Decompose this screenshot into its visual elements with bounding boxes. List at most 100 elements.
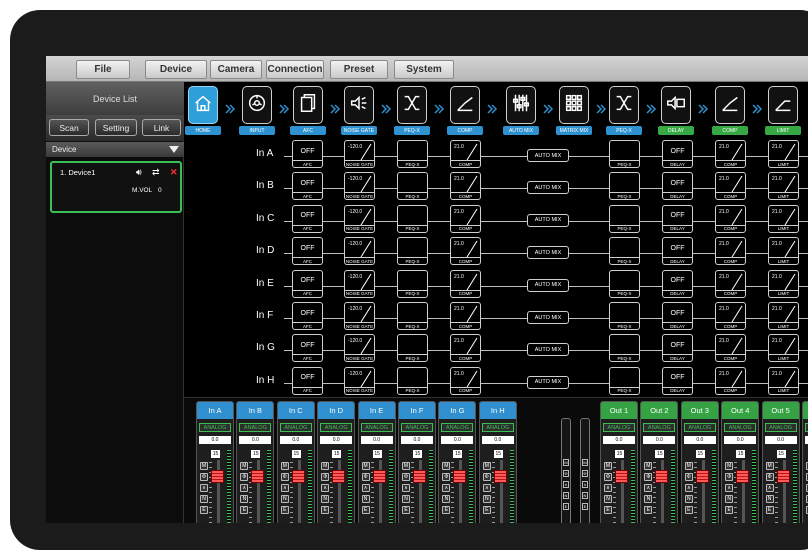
module-matrix-mix[interactable]: MATRIX MIX — [556, 86, 592, 136]
analog-button[interactable]: ANALOG — [320, 423, 353, 432]
strip-button[interactable]: ∧ — [482, 484, 491, 492]
comp-out-block[interactable]: 21.0 COMP — [715, 366, 746, 395]
device-dropdown[interactable]: Device — [46, 142, 184, 157]
module-button[interactable] — [344, 86, 374, 124]
comp-out-block[interactable]: 21.0 COMP — [715, 302, 746, 330]
peq-out-block[interactable]: PEQ-X — [609, 237, 640, 266]
delay-block[interactable]: OFF DELAY — [662, 237, 693, 266]
strip-button[interactable]: ∧ — [604, 484, 612, 492]
fader-knob[interactable] — [453, 470, 467, 483]
fader-knob[interactable] — [655, 470, 669, 483]
noise-gate-block[interactable]: -120.0 NOISE GATE — [344, 334, 375, 363]
noise-gate-block[interactable]: -120.0 NOISE GATE — [344, 366, 375, 395]
afc-block[interactable]: OFF AFC — [292, 334, 323, 363]
strip-button[interactable]: ∧ — [321, 484, 330, 492]
gain-value[interactable]: 0.0 — [603, 436, 635, 444]
afc-block[interactable]: OFF AFC — [292, 269, 323, 298]
analog-button[interactable]: ANALOG — [401, 423, 433, 432]
noise-gate-block[interactable]: -120.0 NOISE GATE — [344, 140, 375, 168]
strip-button[interactable]: E — [765, 506, 774, 514]
bus-button[interactable]: ∧ — [563, 481, 569, 488]
strip-button[interactable]: M — [321, 462, 330, 470]
strip-button[interactable]: Φ — [725, 473, 734, 481]
device-list-item[interactable]: 1. Device1 🔊︎ ⇄ ✕ M.VOL 0 — [50, 161, 182, 213]
strip-button[interactable]: Φ — [604, 473, 612, 481]
bus-button[interactable]: E — [582, 503, 588, 510]
comp-out-block[interactable]: 21.0 COMP — [715, 140, 746, 168]
delay-block[interactable]: OFF DELAY — [662, 334, 693, 363]
afc-block[interactable]: OFF AFC — [292, 172, 323, 201]
analog-button[interactable]: ANALOG — [603, 423, 635, 432]
strip-button[interactable]: M — [684, 462, 693, 470]
strip-button[interactable]: Φ — [321, 473, 330, 481]
auto-mix-block[interactable]: AUTO MIX — [527, 149, 569, 162]
channel-name[interactable]: Out 2 — [641, 402, 678, 419]
strip-button[interactable]: N — [361, 495, 370, 503]
limit-block[interactable]: 21.0 LIMIT — [768, 172, 799, 201]
fader-knob[interactable] — [332, 470, 346, 483]
menu-file[interactable]: File — [76, 60, 130, 79]
module-button[interactable] — [188, 86, 218, 124]
strip-button[interactable]: Φ — [402, 473, 410, 481]
fader-knob[interactable] — [211, 470, 224, 483]
gain-value[interactable]: 0.0 — [199, 436, 231, 444]
gain-value[interactable]: 0.0 — [441, 436, 474, 444]
strip-button[interactable]: Φ — [644, 473, 653, 481]
strip-button[interactable]: N — [402, 495, 410, 503]
limit-block[interactable]: 21.0 LIMIT — [768, 237, 799, 266]
noise-gate-block[interactable]: -120.0 NOISE GATE — [344, 269, 375, 298]
gain-value[interactable]: 0.0 — [239, 436, 272, 444]
strip-button[interactable]: N — [725, 495, 734, 503]
strip-button[interactable]: ∧ — [200, 484, 208, 492]
menu-device[interactable]: Device — [145, 60, 207, 79]
menu-camera[interactable]: Camera — [210, 60, 262, 79]
delay-block[interactable]: OFF DELAY — [662, 172, 693, 201]
gain-value[interactable]: 0.0 — [724, 436, 757, 444]
limit-block[interactable]: 21.0 LIMIT — [768, 302, 799, 330]
channel-name[interactable]: Out 3 — [681, 402, 718, 419]
analog-button[interactable]: ANALOG — [724, 423, 757, 432]
fader-knob[interactable] — [736, 470, 750, 483]
bus-button[interactable]: Φ — [582, 470, 588, 477]
fader-knob[interactable] — [372, 470, 386, 483]
delay-block[interactable]: OFF DELAY — [662, 366, 693, 395]
noise-gate-block[interactable]: -120.0 NOISE GATE — [344, 172, 375, 201]
delay-block[interactable]: OFF DELAY — [662, 140, 693, 168]
auto-mix-block[interactable]: AUTO MIX — [527, 213, 569, 227]
close-icon[interactable]: ✕ — [170, 167, 178, 177]
strip-button[interactable]: N — [240, 495, 249, 503]
comp-block[interactable]: 21.0 COMP — [450, 237, 481, 266]
strip-button[interactable]: E — [361, 506, 370, 514]
strip-button[interactable]: ∧ — [361, 484, 370, 492]
strip-button[interactable]: M — [644, 462, 653, 470]
afc-block[interactable]: OFF AFC — [292, 366, 323, 395]
module-button[interactable] — [506, 86, 536, 124]
comp-out-block[interactable]: 21.0 COMP — [715, 269, 746, 298]
strip-button[interactable]: Φ — [684, 473, 693, 481]
menu-system[interactable]: System — [394, 60, 454, 79]
strip-button[interactable]: N — [644, 495, 653, 503]
gain-value[interactable]: 0.0 — [764, 436, 797, 444]
afc-block[interactable]: OFF AFC — [292, 302, 323, 330]
peq-block[interactable]: PEQ-X — [397, 269, 428, 298]
auto-mix-block[interactable]: AUTO MIX — [527, 375, 569, 389]
comp-block[interactable]: 21.0 COMP — [450, 172, 481, 201]
module-limit[interactable]: LIMIT — [765, 86, 801, 136]
comp-block[interactable]: 21.0 COMP — [450, 269, 481, 298]
module-peq-x[interactable]: PEQ-X — [394, 86, 430, 136]
delay-block[interactable]: OFF DELAY — [662, 302, 693, 330]
comp-block[interactable]: 21.0 COMP — [450, 204, 481, 233]
peq-out-block[interactable]: PEQ-X — [609, 172, 640, 201]
peq-block[interactable]: PEQ-X — [397, 366, 428, 395]
strip-button[interactable]: N — [684, 495, 693, 503]
strip-button[interactable]: N — [765, 495, 774, 503]
peq-out-block[interactable]: PEQ-X — [609, 366, 640, 395]
afc-block[interactable]: OFF AFC — [292, 237, 323, 266]
strip-button[interactable]: Φ — [361, 473, 370, 481]
module-button[interactable] — [450, 86, 480, 124]
comp-block[interactable]: 21.0 COMP — [450, 366, 481, 395]
strip-button[interactable]: N — [482, 495, 491, 503]
peq-block[interactable]: PEQ-X — [397, 334, 428, 363]
link-button[interactable]: Link — [142, 119, 181, 136]
strip-button[interactable]: ∧ — [725, 484, 734, 492]
